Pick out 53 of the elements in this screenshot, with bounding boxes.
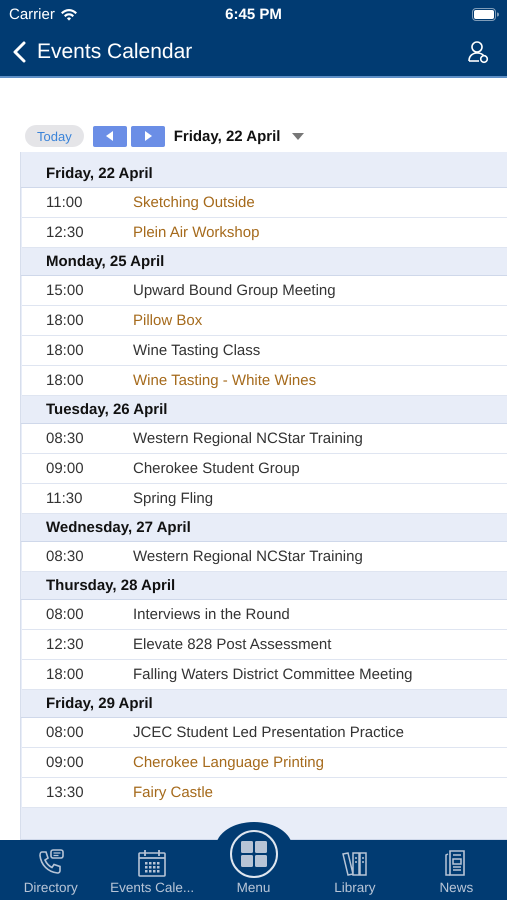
battery-icon <box>472 8 499 20</box>
tab-item[interactable]: News <box>406 840 507 900</box>
grid-icon <box>240 841 267 867</box>
event-link[interactable]: Sketching Outside <box>133 194 255 211</box>
event-title: Interviews in the Round <box>133 606 290 623</box>
tab-item[interactable]: Directory <box>0 840 102 900</box>
event-time: 18:00 <box>45 372 85 389</box>
back-button[interactable] <box>12 41 26 63</box>
event-title: Wine Tasting Class <box>133 342 260 359</box>
event-time: 18:00 <box>45 312 85 329</box>
event-time: 12:30 <box>45 636 85 653</box>
today-button[interactable]: Today <box>25 125 84 147</box>
event-time: 15:00 <box>45 282 85 299</box>
event-link[interactable]: Pillow Box <box>133 312 202 329</box>
event-time: 12:30 <box>45 224 85 241</box>
event-title: Western Regional NCStar Training <box>133 548 363 565</box>
carrier-label: Carrier <box>9 6 55 22</box>
tab-item[interactable]: Events Cale... <box>101 840 203 900</box>
date-label: Friday, 22 April <box>174 128 280 144</box>
event-link[interactable]: Wine Tasting - White Wines <box>133 372 316 389</box>
event-title: Western Regional NCStar Training <box>133 430 363 447</box>
event-time: 08:30 <box>45 430 85 447</box>
event-time: 13:30 <box>45 784 85 801</box>
caret-icon[interactable] <box>292 132 304 140</box>
event-link[interactable]: Cherokee Language Printing <box>133 754 324 771</box>
event-link[interactable]: Fairy Castle <box>133 784 214 801</box>
event-title: Upward Bound Group Meeting <box>133 282 336 299</box>
event-time: 08:00 <box>45 724 85 741</box>
event-link[interactable]: Plein Air Workshop <box>133 224 260 241</box>
right-triangle-icon <box>144 131 152 141</box>
event-time: 08:30 <box>45 548 85 565</box>
event-time: 18:00 <box>45 666 85 683</box>
event-title: JCEC Student Led Presentation Practice <box>133 724 404 741</box>
event-time: 11:00 <box>45 194 84 211</box>
user-icon[interactable] <box>467 40 489 64</box>
screen-title: Events Calendar <box>37 40 194 64</box>
event-title: Cherokee Student Group <box>133 460 300 477</box>
event-time: 09:00 <box>45 754 85 771</box>
next-button[interactable] <box>130 126 165 146</box>
event-title: Falling Waters District Committee Meeting <box>133 666 413 683</box>
event-time: 18:00 <box>45 342 85 359</box>
event-time: 08:00 <box>45 606 85 623</box>
calendar-icon <box>137 848 168 878</box>
wifi-icon <box>60 8 78 20</box>
event-time: 11:30 <box>45 490 84 507</box>
clock-time: 6:45 PM <box>225 6 282 22</box>
event-title: Spring Fling <box>133 490 214 507</box>
left-triangle-icon <box>106 131 114 141</box>
tab-item[interactable]: Library <box>304 840 406 900</box>
event-title: Elevate 828 Post Assessment <box>133 636 332 653</box>
previous-button[interactable] <box>92 126 127 146</box>
tab-item[interactable]: Menu <box>202 826 304 900</box>
event-time: 09:00 <box>45 460 85 477</box>
